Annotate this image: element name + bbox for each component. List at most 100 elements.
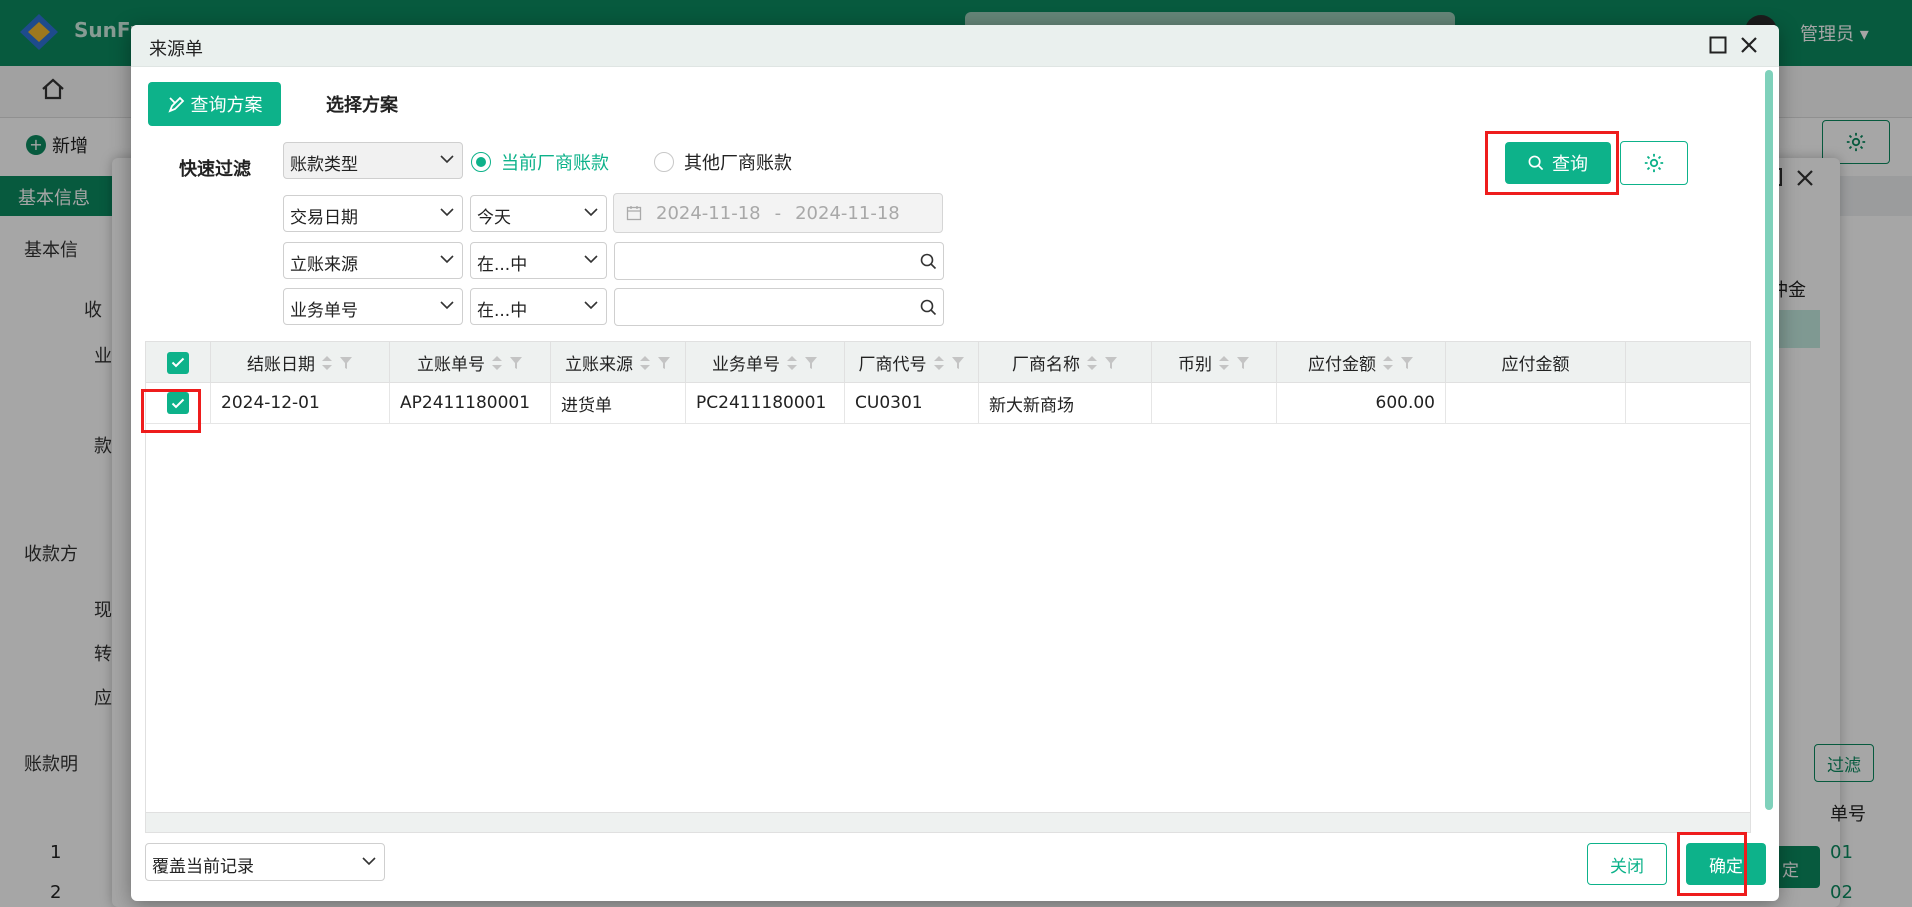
radio-current-vendor[interactable]: 当前厂商账款	[471, 149, 609, 175]
search-icon[interactable]	[920, 253, 937, 270]
column-header[interactable]: 厂商代号	[845, 342, 979, 383]
date-to: 2024-11-18	[795, 202, 900, 224]
filter-field-select[interactable]: 交易日期	[283, 195, 463, 232]
cell-close-date: 2024-12-01	[211, 383, 390, 423]
close-button[interactable]: 关闭	[1587, 843, 1667, 885]
settings-button[interactable]	[1620, 141, 1688, 185]
radio-other-label: 其他厂商账款	[684, 153, 792, 174]
chevron-down-icon	[584, 300, 598, 310]
column-header[interactable]: 应付金额	[1277, 342, 1446, 383]
cell-business-no: PC2411180001	[686, 383, 845, 423]
sort-icon[interactable]	[1218, 355, 1230, 371]
radio-dot	[654, 152, 674, 172]
column-header[interactable]: 币别	[1152, 342, 1277, 383]
filter-operator-select[interactable]: 在...中	[470, 288, 607, 325]
filter-field-select[interactable]: 业务单号	[283, 288, 463, 325]
column-title: 立账单号	[417, 355, 485, 375]
date-separator: -	[774, 202, 782, 224]
calendar-icon	[626, 206, 642, 221]
query-scheme-label: 查询方案	[190, 95, 263, 116]
cell-ledger-no: AP2411180001	[390, 383, 551, 423]
close-icon[interactable]	[1739, 35, 1759, 55]
filter-field-select[interactable]: 账款类型	[283, 142, 463, 179]
choose-scheme-tab[interactable]: 选择方案	[326, 91, 398, 117]
filter-operator-value: 在...中	[477, 301, 528, 321]
chevron-down-icon	[440, 154, 454, 164]
filter-icon[interactable]	[657, 356, 671, 370]
business-no-search-field[interactable]	[621, 289, 901, 323]
filter-icon[interactable]	[1236, 356, 1250, 370]
filter-field-value: 交易日期	[290, 208, 358, 228]
gear-icon	[1644, 153, 1664, 173]
filter-operator-select[interactable]: 在...中	[470, 242, 607, 279]
sort-icon[interactable]	[491, 355, 503, 371]
filter-field-value: 立账来源	[290, 255, 358, 275]
filter-icon[interactable]	[509, 356, 523, 370]
maximize-icon[interactable]	[1709, 36, 1727, 54]
cell-vendor-name: 新大新商场	[979, 383, 1152, 423]
table-summary-bar	[146, 812, 1750, 832]
dialog-title: 来源单	[149, 39, 203, 60]
select-all-cell	[146, 342, 211, 383]
date-range-input[interactable]: 2024-11-18 - 2024-11-18	[613, 193, 943, 233]
column-header[interactable]: 结账日期	[211, 342, 390, 383]
chevron-down-icon	[362, 856, 376, 866]
chevron-down-icon	[440, 300, 454, 310]
source-search-input[interactable]	[614, 242, 944, 280]
filter-field-value: 业务单号	[290, 301, 358, 321]
check-icon	[171, 357, 185, 368]
filter-field-value: 账款类型	[290, 155, 358, 175]
edit-icon	[167, 96, 184, 113]
date-from: 2024-11-18	[656, 202, 761, 224]
filter-operator-value: 在...中	[477, 255, 528, 275]
chevron-down-icon	[440, 254, 454, 264]
cell-vendor-code: CU0301	[845, 383, 979, 423]
filter-operator-select[interactable]: 今天	[470, 195, 607, 232]
column-title: 厂商名称	[1012, 355, 1080, 375]
business-no-search-input[interactable]	[614, 288, 944, 326]
column-header[interactable]: 立账来源	[551, 342, 686, 383]
chevron-down-icon	[584, 207, 598, 217]
radio-dot	[471, 152, 491, 172]
filter-icon[interactable]	[951, 356, 965, 370]
query-highlight-box	[1485, 131, 1619, 195]
sort-icon[interactable]	[1382, 355, 1394, 371]
sort-icon[interactable]	[321, 355, 333, 371]
table-row[interactable]: 2024-12-01 AP2411180001 进货单 PC2411180001…	[146, 383, 1750, 424]
column-header[interactable]: 立账单号	[390, 342, 551, 383]
sort-icon[interactable]	[786, 355, 798, 371]
select-all-checkbox[interactable]	[167, 351, 189, 374]
radio-other-vendor[interactable]: 其他厂商账款	[654, 149, 792, 175]
filter-icon[interactable]	[339, 356, 353, 370]
quick-filter-label: 快速过滤	[179, 159, 251, 180]
column-header[interactable]: 应付金额	[1446, 342, 1626, 383]
filter-field-select[interactable]: 立账来源	[283, 242, 463, 279]
query-scheme-button[interactable]: 查询方案	[148, 82, 281, 126]
sort-icon[interactable]	[1086, 355, 1098, 371]
filter-icon[interactable]	[804, 356, 818, 370]
column-title: 应付金额	[1501, 355, 1570, 375]
filter-operator-value: 今天	[477, 208, 511, 228]
source-table: 结账日期 立账单号 立账来源 业务单号 厂商代号 厂商名称 币别 应付金额 应付…	[145, 341, 1751, 833]
dialog-title-bar: 来源单	[131, 25, 1779, 67]
row-checkbox-highlight-box	[141, 389, 201, 433]
cell-payable-amount: 600.00	[1277, 383, 1446, 423]
column-header[interactable]: 业务单号	[686, 342, 845, 383]
source-search-field[interactable]	[621, 243, 901, 277]
column-title: 币别	[1178, 355, 1212, 375]
vertical-scrollbar[interactable]	[1765, 70, 1773, 810]
source-document-dialog: 来源单 查询方案 选择方案 快速过滤 账款类型 当前厂商账款 其他厂商账款 交易…	[131, 25, 1779, 901]
merge-mode-select[interactable]: 覆盖当前记录	[145, 843, 385, 881]
confirm-highlight-box	[1677, 832, 1747, 896]
column-header[interactable]: 厂商名称	[979, 342, 1152, 383]
column-title: 立账来源	[565, 355, 633, 375]
chevron-down-icon	[584, 254, 598, 264]
column-title: 结账日期	[247, 355, 315, 375]
filter-icon[interactable]	[1104, 356, 1118, 370]
sort-icon[interactable]	[933, 355, 945, 371]
cell-payable-amount-2	[1446, 383, 1626, 423]
filter-icon[interactable]	[1400, 356, 1414, 370]
search-icon[interactable]	[920, 299, 937, 316]
sort-icon[interactable]	[639, 355, 651, 371]
chevron-down-icon	[440, 207, 454, 217]
